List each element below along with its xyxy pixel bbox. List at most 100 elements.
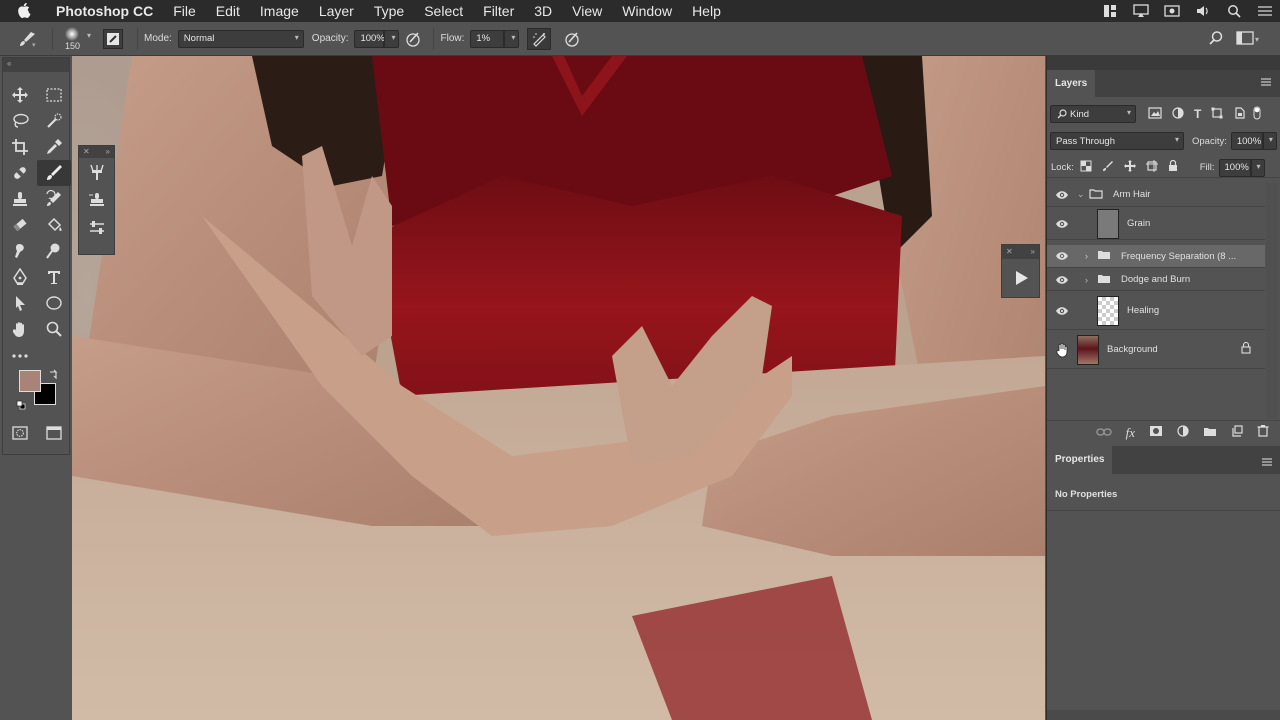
eraser-tool-icon[interactable] xyxy=(3,212,37,238)
lock-artboard-icon[interactable] xyxy=(1145,160,1158,175)
collapse-icon[interactable]: » xyxy=(1031,245,1035,259)
adjustment-layer-icon[interactable] xyxy=(1177,424,1189,442)
adjustments-sliders-icon[interactable] xyxy=(79,214,114,242)
filter-toggle-icon[interactable] xyxy=(1253,106,1261,123)
workspace-switcher-icon[interactable]: ▾ xyxy=(1236,31,1262,48)
visibility-eye-icon[interactable] xyxy=(1047,190,1077,200)
filter-adjustment-icon[interactable] xyxy=(1172,106,1184,122)
layer-opacity-input[interactable]: 100% xyxy=(1230,132,1263,150)
menu-view[interactable]: View xyxy=(562,0,612,22)
clone-stamp-tool-icon[interactable] xyxy=(3,186,37,212)
screen-record-icon[interactable] xyxy=(1156,0,1187,22)
airplay-icon[interactable] xyxy=(1125,0,1156,22)
menu-type[interactable]: Type xyxy=(364,0,414,22)
layer-style-fx-icon[interactable]: fx xyxy=(1126,425,1135,441)
layer-opacity-dropdown[interactable]: ▾ xyxy=(1262,132,1277,150)
visibility-eye-icon[interactable] xyxy=(1047,219,1077,229)
menu-select[interactable]: Select xyxy=(414,0,473,22)
more-tools-icon[interactable] xyxy=(3,342,37,368)
visibility-eye-icon[interactable] xyxy=(1047,306,1077,316)
filter-type-icon[interactable]: T xyxy=(1194,107,1201,121)
layer-row-dodge-and-burn[interactable]: › Dodge and Burn xyxy=(1047,269,1265,291)
layout-icon[interactable] xyxy=(1094,0,1125,22)
layer-row-frequency-separation[interactable]: › Frequency Separation (8 ... xyxy=(1047,245,1265,268)
apple-icon[interactable] xyxy=(18,3,40,19)
crop-tool-icon[interactable] xyxy=(3,134,37,160)
brush-tool-preset-icon[interactable]: ▾ xyxy=(8,30,46,48)
brush-tool-icon[interactable] xyxy=(37,160,71,186)
visibility-eye-icon[interactable] xyxy=(1047,251,1077,261)
layers-scrollbar[interactable] xyxy=(1266,183,1278,419)
blend-mode-select[interactable]: Pass Through ▾ xyxy=(1050,132,1184,150)
panel-menu-icon[interactable] xyxy=(1261,454,1273,472)
add-mask-icon[interactable] xyxy=(1149,424,1163,442)
visibility-eye-icon[interactable] xyxy=(1047,275,1077,285)
close-icon[interactable]: ✕ xyxy=(1006,245,1013,259)
tools-panel-header[interactable]: « xyxy=(3,58,69,72)
new-layer-icon[interactable] xyxy=(1231,424,1243,442)
clone-source-icon[interactable] xyxy=(79,186,114,214)
mode-select[interactable]: Normal ▾ xyxy=(177,29,304,48)
play-action-icon[interactable] xyxy=(1002,259,1039,297)
menu-layer[interactable]: Layer xyxy=(309,0,364,22)
path-selection-tool-icon[interactable] xyxy=(3,290,37,316)
layer-row-healing[interactable]: Healing xyxy=(1047,292,1265,330)
link-layers-icon[interactable] xyxy=(1095,424,1112,442)
ellipse-tool-icon[interactable] xyxy=(37,290,71,316)
menu-window[interactable]: Window xyxy=(612,0,682,22)
lasso-tool-icon[interactable] xyxy=(3,108,37,134)
layer-row-background[interactable]: Background xyxy=(1047,331,1265,369)
filter-kind-select[interactable]: Kind ▾ xyxy=(1050,105,1136,123)
tab-layers[interactable]: Layers xyxy=(1047,70,1096,97)
document-canvas[interactable] xyxy=(72,56,1045,720)
panel-menu-icon[interactable] xyxy=(1260,76,1272,90)
pressure-opacity-icon[interactable] xyxy=(399,30,427,48)
layer-row-arm-hair[interactable]: ⌄ Arm Hair xyxy=(1047,183,1265,207)
chevron-down-icon[interactable]: ⌄ xyxy=(1077,189,1089,200)
lock-transparent-pixels-icon[interactable] xyxy=(1080,160,1092,175)
panel-resize-handle[interactable] xyxy=(1047,710,1280,720)
close-icon[interactable]: ✕ xyxy=(83,146,90,158)
zoom-tool-icon[interactable] xyxy=(37,316,71,342)
brush-settings-panel-icon[interactable] xyxy=(103,28,123,49)
menu-3d[interactable]: 3D xyxy=(524,0,562,22)
brush-picker[interactable]: 150 ▾ xyxy=(59,24,103,54)
flow-input[interactable]: 1% xyxy=(470,29,505,48)
hand-cursor-icon[interactable] xyxy=(1047,342,1077,358)
airbrush-toggle-icon[interactable] xyxy=(527,27,552,50)
filter-pixel-icon[interactable] xyxy=(1148,106,1162,122)
marquee-tool-icon[interactable] xyxy=(37,82,71,108)
quick-mask-icon[interactable] xyxy=(3,420,37,446)
app-name-menu[interactable]: Photoshop CC xyxy=(46,0,163,22)
fill-dropdown[interactable]: ▾ xyxy=(1250,158,1265,177)
paint-bucket-tool-icon[interactable] xyxy=(37,212,71,238)
menu-filter[interactable]: Filter xyxy=(473,0,524,22)
menu-edit[interactable]: Edit xyxy=(206,0,250,22)
chevron-right-icon[interactable]: › xyxy=(1085,251,1097,261)
opacity-dropdown[interactable]: ▾ xyxy=(384,29,400,48)
chevron-right-icon[interactable]: › xyxy=(1085,275,1097,285)
new-group-icon[interactable] xyxy=(1203,424,1217,442)
menu-file[interactable]: File xyxy=(163,0,206,22)
filter-shape-icon[interactable] xyxy=(1211,107,1223,122)
foreground-color-swatch[interactable] xyxy=(19,370,41,392)
spotlight-search-icon[interactable] xyxy=(1218,0,1249,22)
brush-presets-icon[interactable] xyxy=(79,158,114,186)
swap-colors-icon[interactable] xyxy=(48,368,60,386)
quick-selection-tool-icon[interactable] xyxy=(37,108,71,134)
collapse-icon[interactable]: » xyxy=(106,146,110,158)
pressure-size-icon[interactable] xyxy=(557,30,587,48)
screen-mode-icon[interactable] xyxy=(37,420,71,446)
search-icon[interactable] xyxy=(1208,30,1224,49)
volume-icon[interactable] xyxy=(1187,0,1218,22)
menu-help[interactable]: Help xyxy=(682,0,731,22)
default-colors-icon[interactable] xyxy=(16,397,26,415)
move-tool-icon[interactable] xyxy=(3,82,37,108)
opacity-input[interactable]: 100% xyxy=(354,29,385,48)
dodge-tool-icon[interactable] xyxy=(37,238,71,264)
lock-position-icon[interactable] xyxy=(1123,160,1136,175)
smudge-tool-icon[interactable] xyxy=(3,238,37,264)
tab-properties[interactable]: Properties xyxy=(1047,446,1113,474)
menu-image[interactable]: Image xyxy=(250,0,309,22)
layer-row-grain[interactable]: Grain xyxy=(1047,208,1265,240)
